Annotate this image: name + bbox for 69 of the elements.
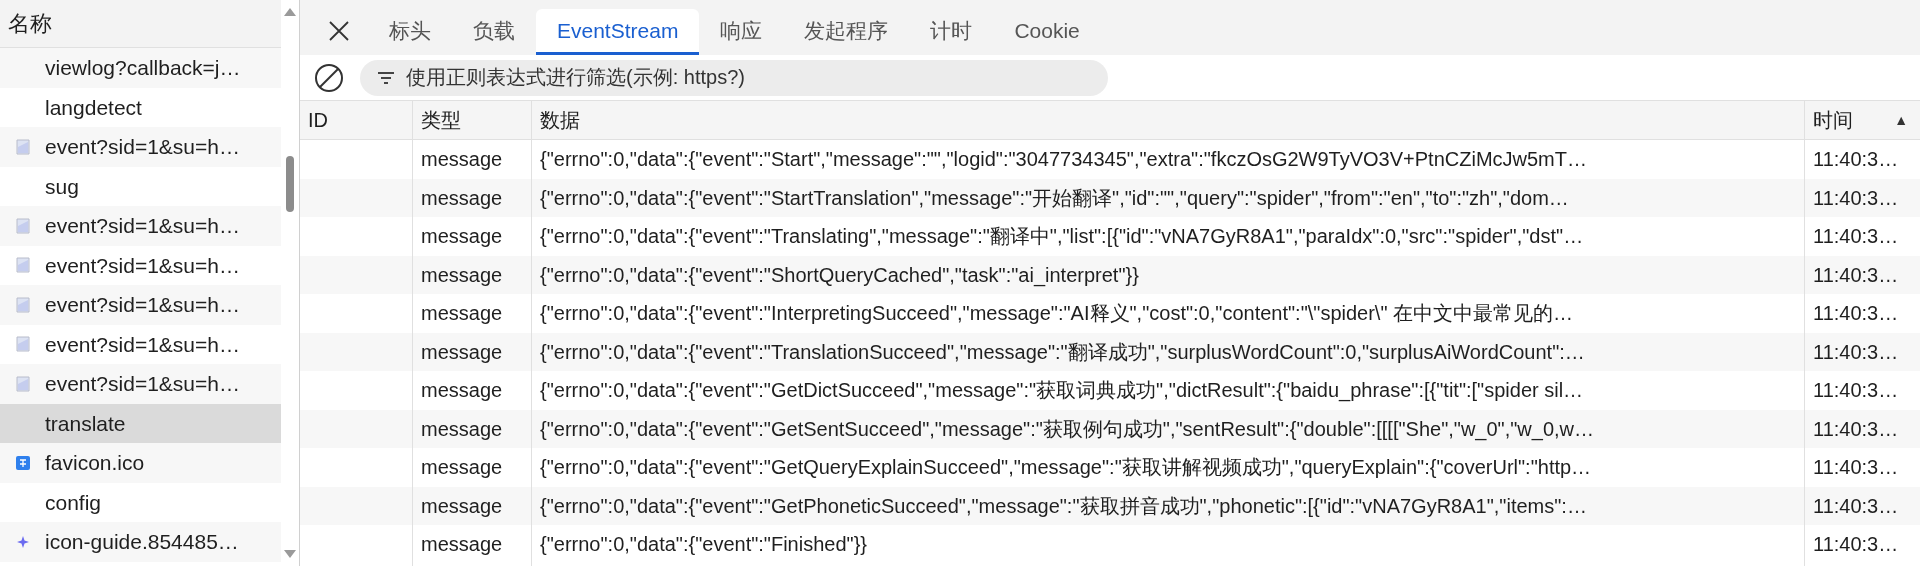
table-cell-text: {"errno":0,"data":{"event":"GetSentSucceed","message":"获取例句成功","sentResult":{"double":[[[["She","w_0","w_0,w… <box>540 416 1595 443</box>
request-item[interactable]: event?sid=1&su=h… <box>0 206 281 246</box>
table-cell-text: message <box>421 339 503 365</box>
column-header[interactable]: ID <box>300 101 412 139</box>
table-cell-text: message <box>421 301 503 327</box>
tab[interactable]: 计时 <box>909 9 994 55</box>
table-cell-text: message <box>421 224 503 250</box>
table-cell-text: {"errno":0,"data":{"event":"TranslationSucceed","message":"翻译成功","surplusWordCount":0,"surplusAiWordCount":… <box>540 339 1585 365</box>
table-cell-text: {"errno":0,"data":{"event":"InterpretingSucceed","message":"AI释义","cost":0,"content":"\"spider\" 在中文中最常见的… <box>540 301 1574 327</box>
table-cell-text: 11:40:3… <box>1813 262 1899 288</box>
table-cell-text: {"errno":0,"data":{"event":"ShortQueryCached","task":"ai_interpret"}} <box>540 262 1139 289</box>
tab[interactable]: EventStream <box>536 9 700 55</box>
tab[interactable]: 标头 <box>368 9 452 55</box>
table-cell-text: {"errno":0,"data":{"event":"GetDictSucceed","message":"获取词典成功","dictResult":{"baidu_phrase":[{"tit":["spider sil… <box>540 378 1584 404</box>
table-cell-text: message <box>421 416 503 442</box>
table-cell-text: 11:40:3… <box>1813 224 1899 250</box>
table-cell-text: {"errno":0,"data":{"event":"Translating","message":"翻译中","list":[{"id":"vNA7GyR8A1","paraIdx":0,"src":"spider","dst"… <box>540 224 1584 250</box>
tab[interactable]: 发起程序 <box>783 9 910 55</box>
column-header[interactable]: 名称 <box>0 0 281 48</box>
table-cell-text: 11:40:3… <box>1813 339 1899 365</box>
request-item[interactable]: translate <box>0 403 281 443</box>
request-item[interactable]: favicon.ico <box>0 443 281 483</box>
tab[interactable]: 负载 <box>452 9 536 55</box>
request-item[interactable]: event?sid=1&su=h… <box>0 285 281 325</box>
table-cell-text: message <box>421 147 503 173</box>
request-item[interactable]: viewlog?callback=j… <box>0 48 281 88</box>
table-cell-text: message <box>421 493 503 519</box>
table-cell-text: {"errno":0,"data":{"event":"StartTranslation","message":"开始翻译","id":"","query":"spider","from":"en","to":"zh","dom… <box>540 185 1569 211</box>
table-cell-text: message <box>421 378 503 404</box>
sort-indicator: ▲ <box>1894 110 1908 130</box>
document-icon <box>16 375 30 392</box>
table-cell-text: 11:40:3… <box>1813 493 1899 519</box>
document-icon <box>16 217 30 234</box>
table-cell-text: message <box>421 532 503 558</box>
column-header[interactable]: 数据 <box>531 101 1804 139</box>
table-cell-text: 11:40:3… <box>1813 301 1899 327</box>
table-cell-text: 11:40:3… <box>1813 378 1899 404</box>
table-cell-text: 11:40:3… <box>1813 455 1899 481</box>
table-cell-text: 11:40:3… <box>1813 185 1899 211</box>
table-cell-text: 11:40:3… <box>1813 416 1899 442</box>
request-item[interactable]: event?sid=1&su=h… <box>0 364 281 404</box>
translate-icon <box>16 455 30 470</box>
close-icon <box>328 20 350 42</box>
filter-icon <box>378 71 394 84</box>
request-item[interactable]: icon-guide.854485… <box>0 522 281 562</box>
column-header[interactable]: 时间 ▲ <box>1804 101 1920 139</box>
tab[interactable]: 响应 <box>699 9 784 55</box>
scroll-down-icon[interactable] <box>284 550 296 558</box>
column-header[interactable]: 类型 <box>412 101 531 139</box>
document-icon <box>16 257 30 274</box>
table-cell-text: {"errno":0,"data":{"event":"Start","message":"","logid":"3047734345","extra":"fkczOsG2W9TyVO3V+PtnCZiMcJw5mT… <box>540 147 1587 173</box>
filter-field[interactable]: 使用正则表达式进行筛选(示例: https?) <box>360 59 1108 96</box>
document-icon <box>16 336 30 353</box>
table-cell-text: {"errno":0,"data":{"event":"Finished"}} <box>540 532 867 558</box>
scroll-thumb[interactable] <box>286 156 294 212</box>
sparkle-icon <box>16 534 30 549</box>
table-cell-text: 11:40:3… <box>1813 147 1899 173</box>
clear-icon[interactable] <box>314 62 344 93</box>
table-cell-text: message <box>421 185 503 211</box>
document-icon <box>16 138 30 155</box>
table-cell-text: 11:40:3… <box>1813 532 1899 558</box>
scroll-up-icon[interactable] <box>284 8 296 16</box>
table-cell-text: message <box>421 455 503 481</box>
request-item[interactable]: event?sid=1&su=h… <box>0 127 281 167</box>
table-cell-text: {"errno":0,"data":{"event":"GetQueryExplainSucceed","message":"获取讲解视频成功","queryExplain":{"coverUrl":"http… <box>540 455 1592 481</box>
table-cell-text: {"errno":0,"data":{"event":"GetPhoneticSucceed","message":"获取拼音成功","phonetic":[{"id":"vNA7GyR8A1","items":… <box>540 493 1587 519</box>
table-cell-text: message <box>421 262 503 288</box>
document-icon <box>16 296 30 313</box>
tab[interactable]: Cookie <box>993 9 1101 55</box>
